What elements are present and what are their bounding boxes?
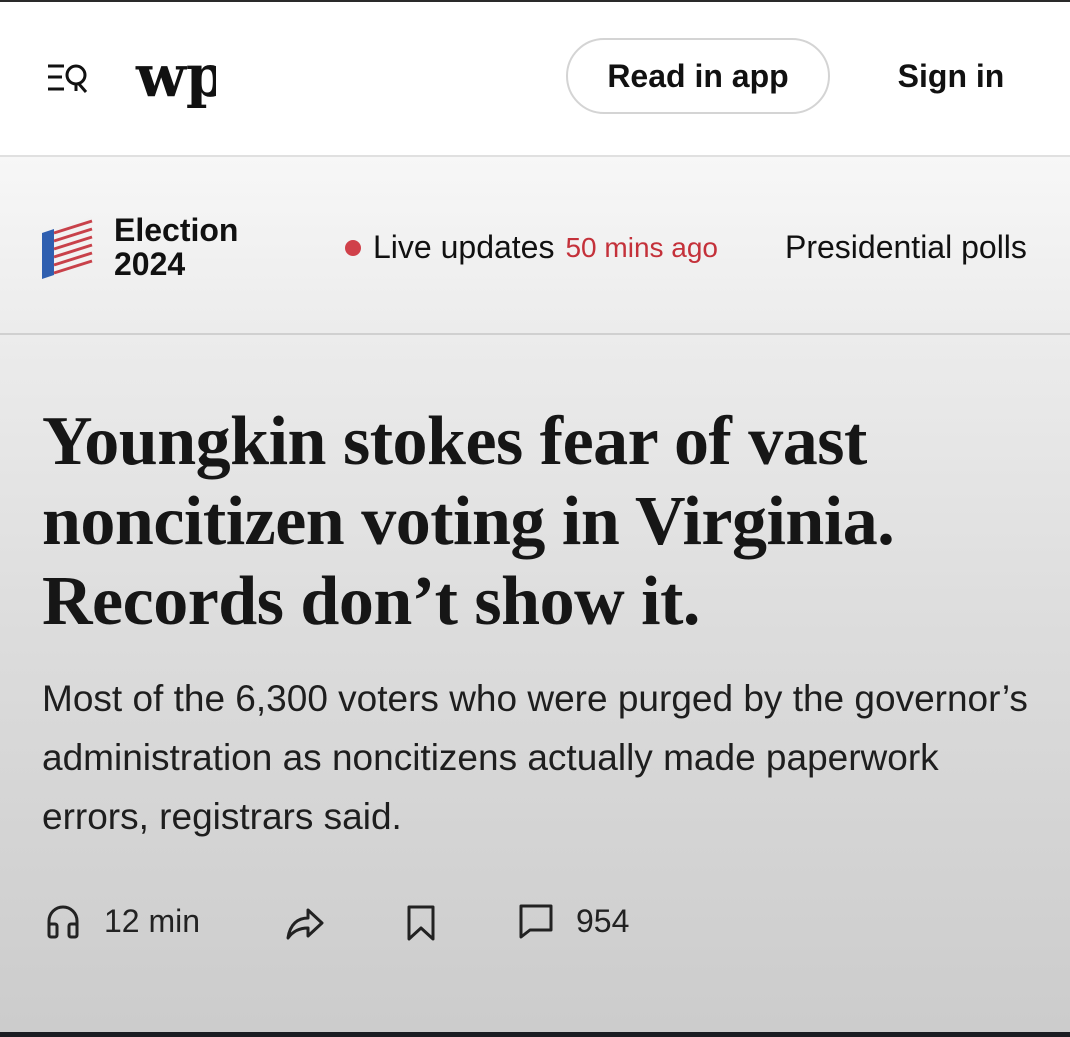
bookmark-icon xyxy=(407,905,435,941)
article-dek: Most of the 6,300 voters who were purged… xyxy=(42,678,1028,837)
live-dot-icon xyxy=(345,239,361,256)
listen-button[interactable]: 12 min xyxy=(44,902,200,940)
article-headline[interactable]: Youngkin stokes fear of vast noncitizen … xyxy=(42,402,1042,642)
sign-in-link[interactable]: Sign in xyxy=(880,38,1022,114)
election-title: Election 2024 xyxy=(114,213,264,281)
live-updates-label: Live updates xyxy=(373,229,555,265)
comments-count: 954 xyxy=(576,902,630,939)
logo-text: wp xyxy=(135,42,216,110)
read-in-app-button[interactable]: Read in app xyxy=(566,38,830,114)
comment-icon xyxy=(519,904,553,939)
presidential-polls-link[interactable]: Presidential polls xyxy=(785,229,1027,266)
election-title-line1: Election xyxy=(114,212,239,248)
article-hero: Election 2024 Live updates 50 mins ago P… xyxy=(0,157,1070,1032)
headphones-icon xyxy=(47,905,79,939)
live-updates-time: 50 mins ago xyxy=(565,231,719,263)
wp-logo[interactable]: wp xyxy=(134,38,226,118)
election-title-line2: 2024 xyxy=(114,246,186,282)
listen-duration: 12 min xyxy=(104,902,201,939)
article-actions: 12 min 954 xyxy=(0,902,1070,952)
next-content-edge xyxy=(0,1032,1070,1037)
share-icon xyxy=(286,908,324,940)
menu-search-icon[interactable] xyxy=(46,60,90,98)
election-bar-divider xyxy=(0,333,1070,335)
comments-button[interactable]: 954 xyxy=(518,902,629,940)
site-header: wp Read in app Sign in xyxy=(0,2,1070,155)
election-flag-icon xyxy=(42,217,93,279)
election-2024-link[interactable]: Election 2024 xyxy=(40,212,264,282)
save-button[interactable] xyxy=(406,904,436,942)
live-updates-link[interactable]: Live updates 50 mins ago xyxy=(345,229,718,266)
share-button[interactable] xyxy=(284,904,326,942)
